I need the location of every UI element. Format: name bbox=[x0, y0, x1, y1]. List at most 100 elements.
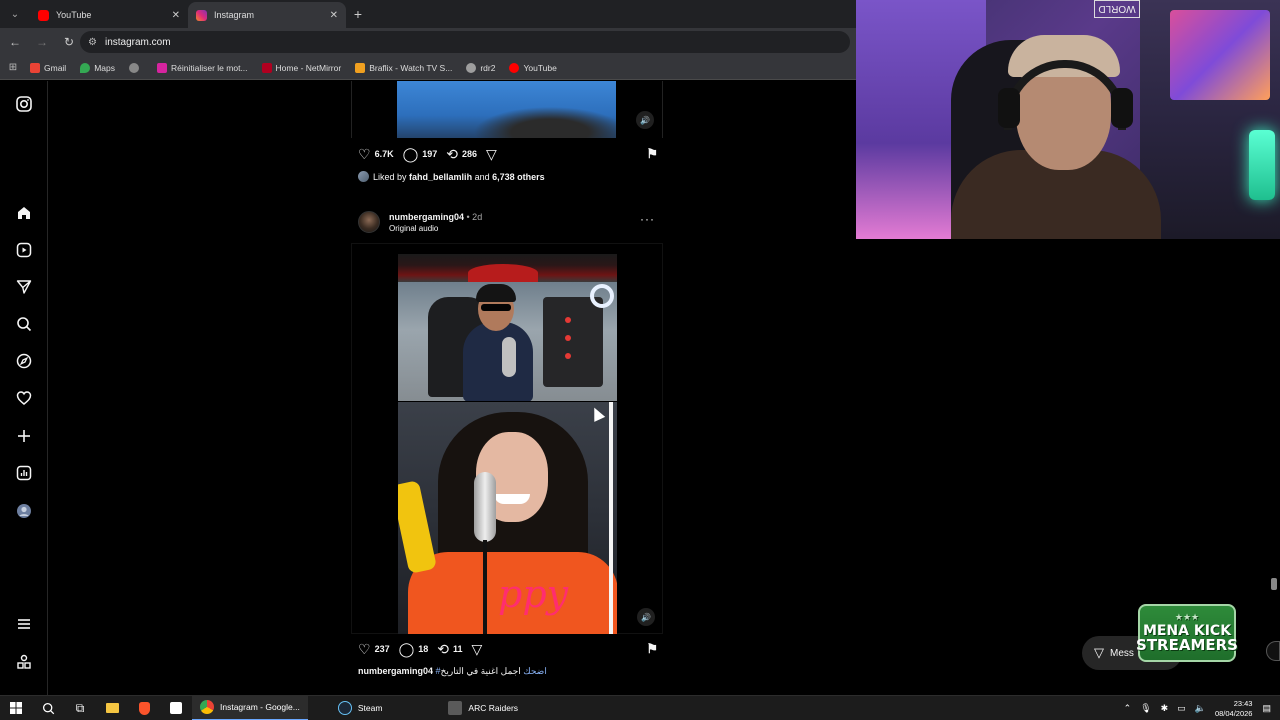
notifications-icon[interactable]: ▤ bbox=[1262, 703, 1271, 714]
bluetooth-icon[interactable]: ✱ bbox=[1161, 703, 1169, 714]
video-top-strip bbox=[398, 254, 617, 282]
bookmark-maps[interactable]: Maps bbox=[80, 62, 115, 73]
menu-icon[interactable] bbox=[15, 615, 33, 633]
like-count: 6.7K bbox=[374, 149, 394, 159]
dashboard-icon[interactable] bbox=[15, 464, 33, 482]
repost-icon: ⟲ bbox=[446, 145, 459, 162]
windows-taskbar: ⧉ Instagram - Google... Steam ARC Raider… bbox=[0, 695, 1280, 720]
mena-kick-streamers-logo: ★★★ MENA KICK STREAMERS bbox=[1136, 604, 1238, 662]
more-options-icon[interactable]: ··· bbox=[640, 212, 655, 226]
home-icon[interactable] bbox=[15, 204, 33, 222]
messages-icon[interactable] bbox=[15, 278, 33, 296]
comment-button[interactable]: ◯ 18 bbox=[399, 641, 429, 658]
search-icon[interactable] bbox=[32, 696, 64, 720]
address-bar[interactable]: ⚙ instagram.com bbox=[80, 31, 850, 53]
comment-count: 18 bbox=[418, 644, 429, 654]
post-username-line: numbergaming04 • 2d bbox=[389, 212, 482, 222]
liker-username[interactable]: fahd_bellamlih bbox=[409, 172, 472, 182]
like-button[interactable]: ♡ 237 bbox=[358, 641, 390, 658]
share-icon: ▽ bbox=[486, 145, 497, 162]
liker-avatar bbox=[358, 171, 369, 182]
repost-button[interactable]: ⟲ 11 bbox=[437, 641, 462, 658]
share-button[interactable]: ▽ bbox=[486, 146, 501, 163]
bookmark-rdr2[interactable]: rdr2 bbox=[466, 62, 495, 73]
bookmark-reset-password[interactable]: Réinitialiser le mot... bbox=[157, 62, 248, 73]
site-info-icon[interactable]: ⚙ bbox=[88, 37, 97, 48]
browser-toolbar: ← → ↻ ⚙ instagram.com bbox=[0, 28, 856, 56]
tab-search-icon[interactable]: ⌄ bbox=[2, 3, 28, 25]
globe-icon bbox=[129, 62, 139, 73]
volume-icon[interactable]: 🔈 bbox=[1195, 703, 1206, 714]
bookmark-youtube[interactable]: YouTube bbox=[509, 62, 557, 73]
liked-by-others[interactable]: 6,738 others bbox=[492, 172, 545, 182]
repost-count: 11 bbox=[453, 644, 463, 654]
file-explorer-icon[interactable] bbox=[96, 696, 128, 720]
repost-icon: ⟲ bbox=[437, 640, 450, 657]
reel-video[interactable]: ppy 🔊 bbox=[351, 243, 663, 634]
gmail-icon bbox=[30, 62, 40, 73]
tab-youtube[interactable]: YouTube ✕ bbox=[30, 2, 188, 28]
apps-grid-icon[interactable]: ⊞ bbox=[0, 62, 26, 73]
post-audio[interactable]: Original audio bbox=[389, 224, 438, 233]
reload-icon[interactable]: ↻ bbox=[57, 30, 81, 54]
task-view-icon[interactable]: ⧉ bbox=[64, 696, 96, 720]
profile-icon[interactable] bbox=[15, 502, 33, 520]
badge-line2: STREAMERS bbox=[1136, 635, 1238, 654]
notifications-icon[interactable] bbox=[15, 389, 33, 407]
microphone-icon[interactable]: 🎙 bbox=[1140, 703, 1151, 714]
avatar[interactable] bbox=[358, 211, 380, 233]
taskbar-app-steam[interactable]: Steam bbox=[330, 696, 391, 720]
sound-icon[interactable]: 🔊 bbox=[637, 608, 655, 626]
save-icon[interactable]: ⚑ bbox=[646, 146, 658, 162]
scrollbar-thumb[interactable] bbox=[1271, 578, 1277, 590]
windows-start-icon[interactable] bbox=[0, 696, 32, 720]
back-icon[interactable]: ← bbox=[3, 30, 27, 54]
browser-tab-bar: ⌄ YouTube ✕ Instagram ✕ + bbox=[0, 0, 856, 28]
comment-count: 197 bbox=[422, 149, 438, 159]
close-tab-icon[interactable]: ✕ bbox=[330, 10, 338, 21]
save-icon[interactable]: ⚑ bbox=[646, 641, 658, 657]
sound-icon[interactable]: 🔊 bbox=[636, 111, 654, 129]
close-tab-icon[interactable]: ✕ bbox=[172, 10, 180, 21]
clock-date: 08/04/2026 bbox=[1214, 708, 1253, 718]
taskbar-app-label: ARC Raiders bbox=[468, 703, 519, 713]
bookmark-label: Braflix - Watch TV S... bbox=[369, 62, 453, 73]
comment-button[interactable]: ◯ 197 bbox=[403, 146, 438, 163]
url-text: instagram.com bbox=[104, 36, 171, 48]
bookmark-gmail[interactable]: Gmail bbox=[30, 62, 66, 73]
bookmark-label: YouTube bbox=[523, 62, 557, 73]
brave-icon[interactable] bbox=[128, 696, 160, 720]
bookmark-globe[interactable] bbox=[129, 62, 143, 73]
search-icon[interactable] bbox=[15, 315, 33, 333]
explore-icon[interactable] bbox=[15, 352, 33, 370]
post-media-image[interactable] bbox=[397, 81, 616, 138]
like-button[interactable]: ♡ 6.7K bbox=[358, 146, 394, 163]
comment-icon: ◯ bbox=[402, 145, 419, 162]
system-tray: ⌃ 🎙 ✱ ▭ 🔈 23:43 08/04/2026 ▤ bbox=[1124, 696, 1280, 720]
clock[interactable]: 23:43 08/04/2026 bbox=[1215, 699, 1253, 719]
chevron-up-icon[interactable]: ⌃ bbox=[1124, 703, 1132, 714]
tab-instagram[interactable]: Instagram ✕ bbox=[188, 2, 346, 28]
bookmark-label: Maps bbox=[94, 62, 115, 73]
bookmark-netmirror[interactable]: Home - NetMirror bbox=[261, 62, 341, 73]
heart-icon: ♡ bbox=[358, 145, 371, 162]
post-username[interactable]: numbergaming04 bbox=[389, 212, 464, 222]
create-icon[interactable] bbox=[15, 427, 33, 445]
threads-icon[interactable] bbox=[15, 653, 33, 671]
reels-icon[interactable] bbox=[15, 241, 33, 259]
caption-username[interactable]: numbergaming04 bbox=[358, 666, 433, 676]
network-icon[interactable]: ▭ bbox=[1177, 703, 1186, 714]
new-tab-button[interactable]: + bbox=[346, 2, 370, 26]
post-header: numbergaming04 • 2d Original audio ··· bbox=[358, 209, 661, 239]
taskbar-app-arc-raiders[interactable]: ARC Raiders bbox=[440, 696, 526, 720]
share-button[interactable]: ▽ bbox=[472, 641, 487, 658]
instagram-sidebar bbox=[0, 81, 48, 695]
forward-icon[interactable]: → bbox=[30, 30, 54, 54]
side-expand-button[interactable] bbox=[1266, 641, 1280, 661]
repost-count: 286 bbox=[462, 149, 478, 159]
taskbar-app-chrome[interactable]: Instagram - Google... bbox=[192, 695, 308, 720]
calendar-app-icon[interactable] bbox=[160, 696, 192, 720]
instagram-logo-icon[interactable] bbox=[15, 95, 33, 113]
repost-button[interactable]: ⟲ 286 bbox=[446, 146, 477, 163]
bookmark-braflix[interactable]: Braflix - Watch TV S... bbox=[355, 62, 453, 73]
